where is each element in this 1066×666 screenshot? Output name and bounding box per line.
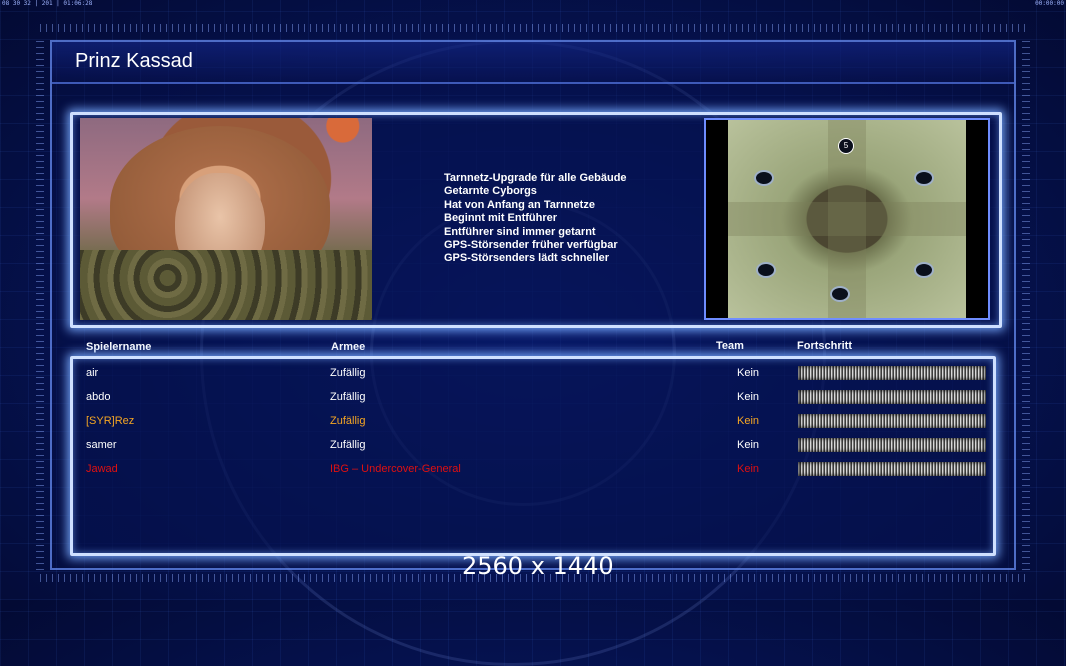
map-start-pit xyxy=(914,262,934,278)
portrait-camo xyxy=(80,250,372,320)
ruler-left xyxy=(36,40,44,570)
general-name: Prinz Kassad xyxy=(75,50,193,72)
player-name: abdo xyxy=(86,391,111,403)
hud-clock-right: 00:00:00 xyxy=(1035,0,1064,7)
player-name: air xyxy=(86,367,99,379)
player-army: Zufällig xyxy=(330,367,366,379)
feature-item: GPS-Störsender früher verfügbar xyxy=(444,239,618,252)
feature-item: Beginnt mit Entführer xyxy=(444,212,558,225)
player-team: Kein xyxy=(737,439,760,451)
player-name: Jawad xyxy=(86,463,118,475)
progress-bar xyxy=(798,366,986,380)
resolution-overlay: 2560 x 1440 xyxy=(462,552,614,580)
feature-item: Getarnte Cyborgs xyxy=(444,185,537,198)
progress-bar xyxy=(798,438,986,452)
ruler-top xyxy=(40,24,1030,32)
hud-strip: 08 30 32 | 201 | 01:06:28 00:00:00 xyxy=(0,0,1066,8)
map-terrain xyxy=(728,202,966,236)
player-team: Kein xyxy=(737,463,760,475)
general-portrait xyxy=(80,118,372,320)
map-start-pit xyxy=(756,262,776,278)
map-start-pit xyxy=(830,286,850,302)
player-team: Kein xyxy=(737,415,760,427)
map-start-pit xyxy=(914,170,934,186)
start-position-marker: 5 xyxy=(838,138,854,154)
player-team: Kein xyxy=(737,367,760,379)
map-start-pit xyxy=(754,170,774,186)
header-player-name: Spielername xyxy=(86,341,152,353)
title-bar xyxy=(52,42,1014,84)
progress-bar xyxy=(798,390,986,404)
feature-item: Entführer sind immer getarnt xyxy=(444,225,596,238)
player-name: samer xyxy=(86,439,117,451)
minimap: 5 xyxy=(728,120,966,318)
player-army: IBG – Undercover-General xyxy=(330,463,461,475)
player-name: [SYR]Rez xyxy=(86,415,135,427)
feature-item: GPS-Störsenders lädt schneller xyxy=(444,252,610,265)
hud-clock-left: 08 30 32 | 201 | 01:06:28 xyxy=(2,0,93,7)
player-army: Zufällig xyxy=(330,391,366,403)
header-team: Team xyxy=(716,340,744,352)
general-features-list: Tarnnetz-Upgrade für alle Gebäude Getarn… xyxy=(444,172,627,266)
feature-item: Tarnnetz-Upgrade für alle Gebäude xyxy=(444,172,627,184)
player-army: Zufällig xyxy=(330,439,366,451)
progress-bar xyxy=(798,414,986,428)
ruler-right xyxy=(1022,40,1030,570)
player-team: Kein xyxy=(737,391,760,403)
header-army: Armee xyxy=(331,341,366,353)
player-army: Zufällig xyxy=(330,415,366,427)
progress-bar xyxy=(798,462,986,476)
feature-item: Hat von Anfang an Tarnnetze xyxy=(444,198,595,211)
header-progress: Fortschritt xyxy=(797,340,852,352)
players-table: air Zufällig Kein abdo Zufällig Kein [SY… xyxy=(70,356,996,556)
